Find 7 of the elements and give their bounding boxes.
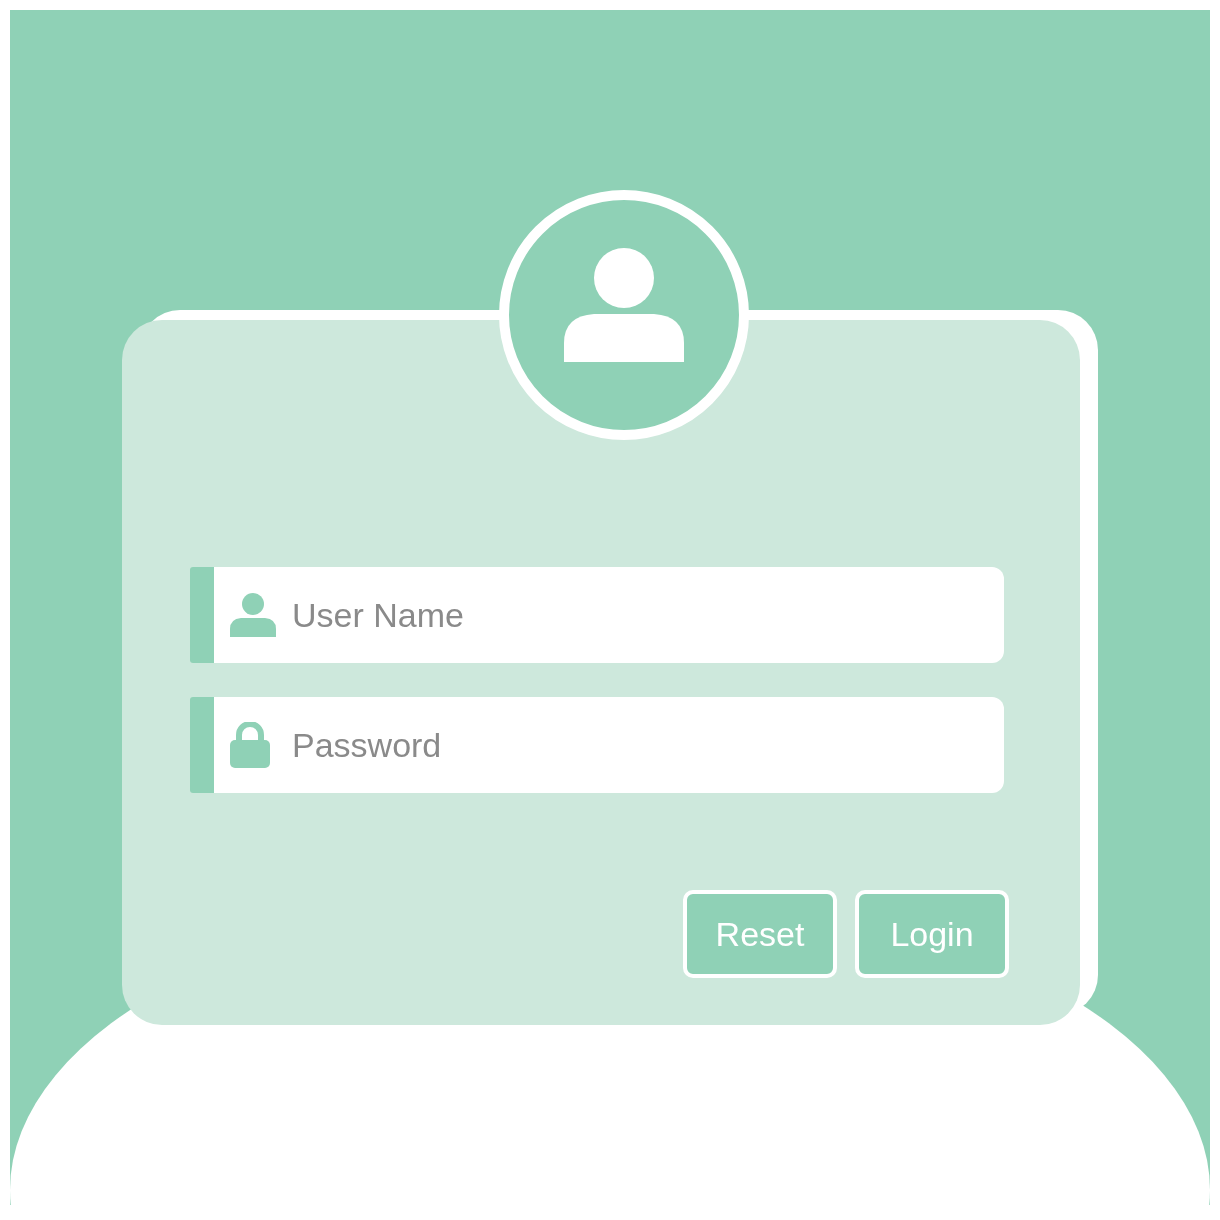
username-field[interactable]: User Name xyxy=(214,567,1004,663)
password-field[interactable]: Password xyxy=(214,697,1004,793)
lock-icon xyxy=(230,722,270,768)
user-icon xyxy=(230,593,276,637)
user-icon xyxy=(564,248,684,362)
login-button[interactable]: Login xyxy=(855,890,1009,978)
reset-button[interactable]: Reset xyxy=(683,890,837,978)
